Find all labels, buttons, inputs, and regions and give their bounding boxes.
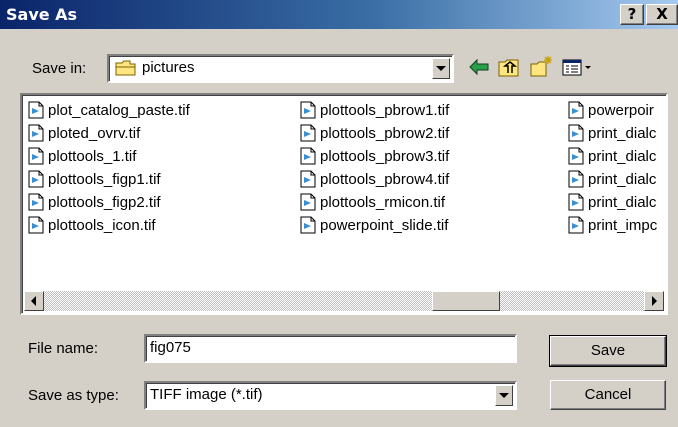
tif-file-icon [300,193,316,211]
tif-file-icon [28,170,44,188]
tif-file-icon [568,170,584,188]
folder-icon [115,59,137,81]
save-in-combo[interactable]: pictures [107,54,454,83]
file-item[interactable]: powerpoint_slide.tif [300,214,448,236]
file-item[interactable]: plottools_figp1.tif [28,168,161,190]
file-item-label: plottools_pbrow4.tif [320,170,450,188]
tif-file-icon [300,101,316,119]
save-as-type-value: TIFF image (*.tif) [150,386,263,403]
file-item-label: plottools_pbrow1.tif [320,101,450,119]
save-in-value: pictures [142,59,195,76]
window-title: Save As [6,5,78,24]
file-item-label: print_impc [588,216,658,234]
view-menu-button[interactable] [560,55,594,79]
tif-file-icon [28,216,44,234]
tif-file-icon [568,147,584,165]
title-bar[interactable]: Save As ? X [0,0,678,29]
horizontal-scrollbar[interactable] [24,291,664,311]
help-button[interactable]: ? [620,4,644,25]
scroll-right-icon [652,296,657,306]
file-item-label: print_dialc [588,170,657,188]
tif-file-icon [28,147,44,165]
close-button[interactable]: X [646,4,678,25]
file-item[interactable]: plottools_figp2.tif [28,191,161,213]
tif-file-icon [300,170,316,188]
save-in-dropdown-arrow[interactable] [432,58,450,79]
file-item-label: plottools_icon.tif [48,216,156,234]
new-folder-icon [530,56,552,77]
file-name-label: File name: [28,340,99,357]
up-folder-icon [498,59,519,77]
file-item-label: ploted_ovrv.tif [48,124,141,142]
tif-file-icon [300,147,316,165]
view-menu-icon [562,59,591,76]
save-in-label: Save in: [32,60,87,77]
file-item[interactable]: plottools_icon.tif [28,214,156,236]
save-as-type-dropdown-arrow[interactable] [495,385,513,406]
file-name-input[interactable]: fig075 [144,334,517,363]
save-as-type-combo[interactable]: TIFF image (*.tif) [144,381,517,410]
tif-file-icon [28,124,44,142]
tif-file-icon [300,124,316,142]
file-item[interactable]: powerpoir [568,99,654,121]
tif-file-icon [300,216,316,234]
file-item[interactable]: plottools_pbrow1.tif [300,99,449,121]
cancel-button[interactable]: Cancel [550,380,666,410]
save-as-type-label: Save as type: [28,387,119,404]
create-new-folder-button[interactable] [528,55,554,79]
file-item-label: plottools_pbrow3.tif [320,147,450,165]
tif-file-icon [568,101,584,119]
chevron-down-icon [499,393,509,398]
chevron-down-icon [436,66,446,71]
file-item-label: plottools_pbrow2.tif [320,124,450,142]
file-item-label: powerpoir [588,101,654,119]
save-button[interactable]: Save [549,335,667,367]
file-item[interactable]: plot_catalog_paste.tif [28,99,190,121]
file-item[interactable]: print_dialc [568,191,656,213]
file-item[interactable]: plottools_pbrow3.tif [300,145,449,167]
file-item[interactable]: plottools_rmicon.tif [300,191,445,213]
file-item-label: powerpoint_slide.tif [320,216,449,234]
file-item-label: plot_catalog_paste.tif [48,101,190,119]
file-item-label: print_dialc [588,124,657,142]
tif-file-icon [568,124,584,142]
file-item[interactable]: print_dialc [568,145,656,167]
tif-file-icon [28,193,44,211]
file-list[interactable]: plot_catalog_paste.tif ploted_ovrv.tif plo… [20,93,668,315]
file-item-label: plottools_figp1.tif [48,170,161,188]
file-item-label: plottools_1.tif [48,147,137,165]
file-item[interactable]: plottools_1.tif [28,145,136,167]
tif-file-icon [28,101,44,119]
file-item[interactable]: plottools_pbrow4.tif [300,168,449,190]
file-item[interactable]: print_dialc [568,168,656,190]
back-arrow-icon [469,58,489,76]
scroll-left-icon [31,296,36,306]
file-item-label: plottools_rmicon.tif [320,193,446,211]
file-item-label: print_dialc [588,147,657,165]
file-item-label: plottools_figp2.tif [48,193,161,211]
file-item[interactable]: print_impc [568,214,657,236]
up-one-level-button[interactable] [496,55,522,79]
tif-file-icon [568,216,584,234]
scroll-thumb[interactable] [432,291,500,311]
scroll-left-button[interactable] [24,291,44,311]
file-item-label: print_dialc [588,193,657,211]
back-button[interactable] [466,55,492,79]
file-item[interactable]: print_dialc [568,122,656,144]
file-name-value: fig075 [150,339,191,356]
file-item[interactable]: ploted_ovrv.tif [28,122,140,144]
scroll-right-button[interactable] [644,291,664,311]
tif-file-icon [568,193,584,211]
file-item[interactable]: plottools_pbrow2.tif [300,122,449,144]
